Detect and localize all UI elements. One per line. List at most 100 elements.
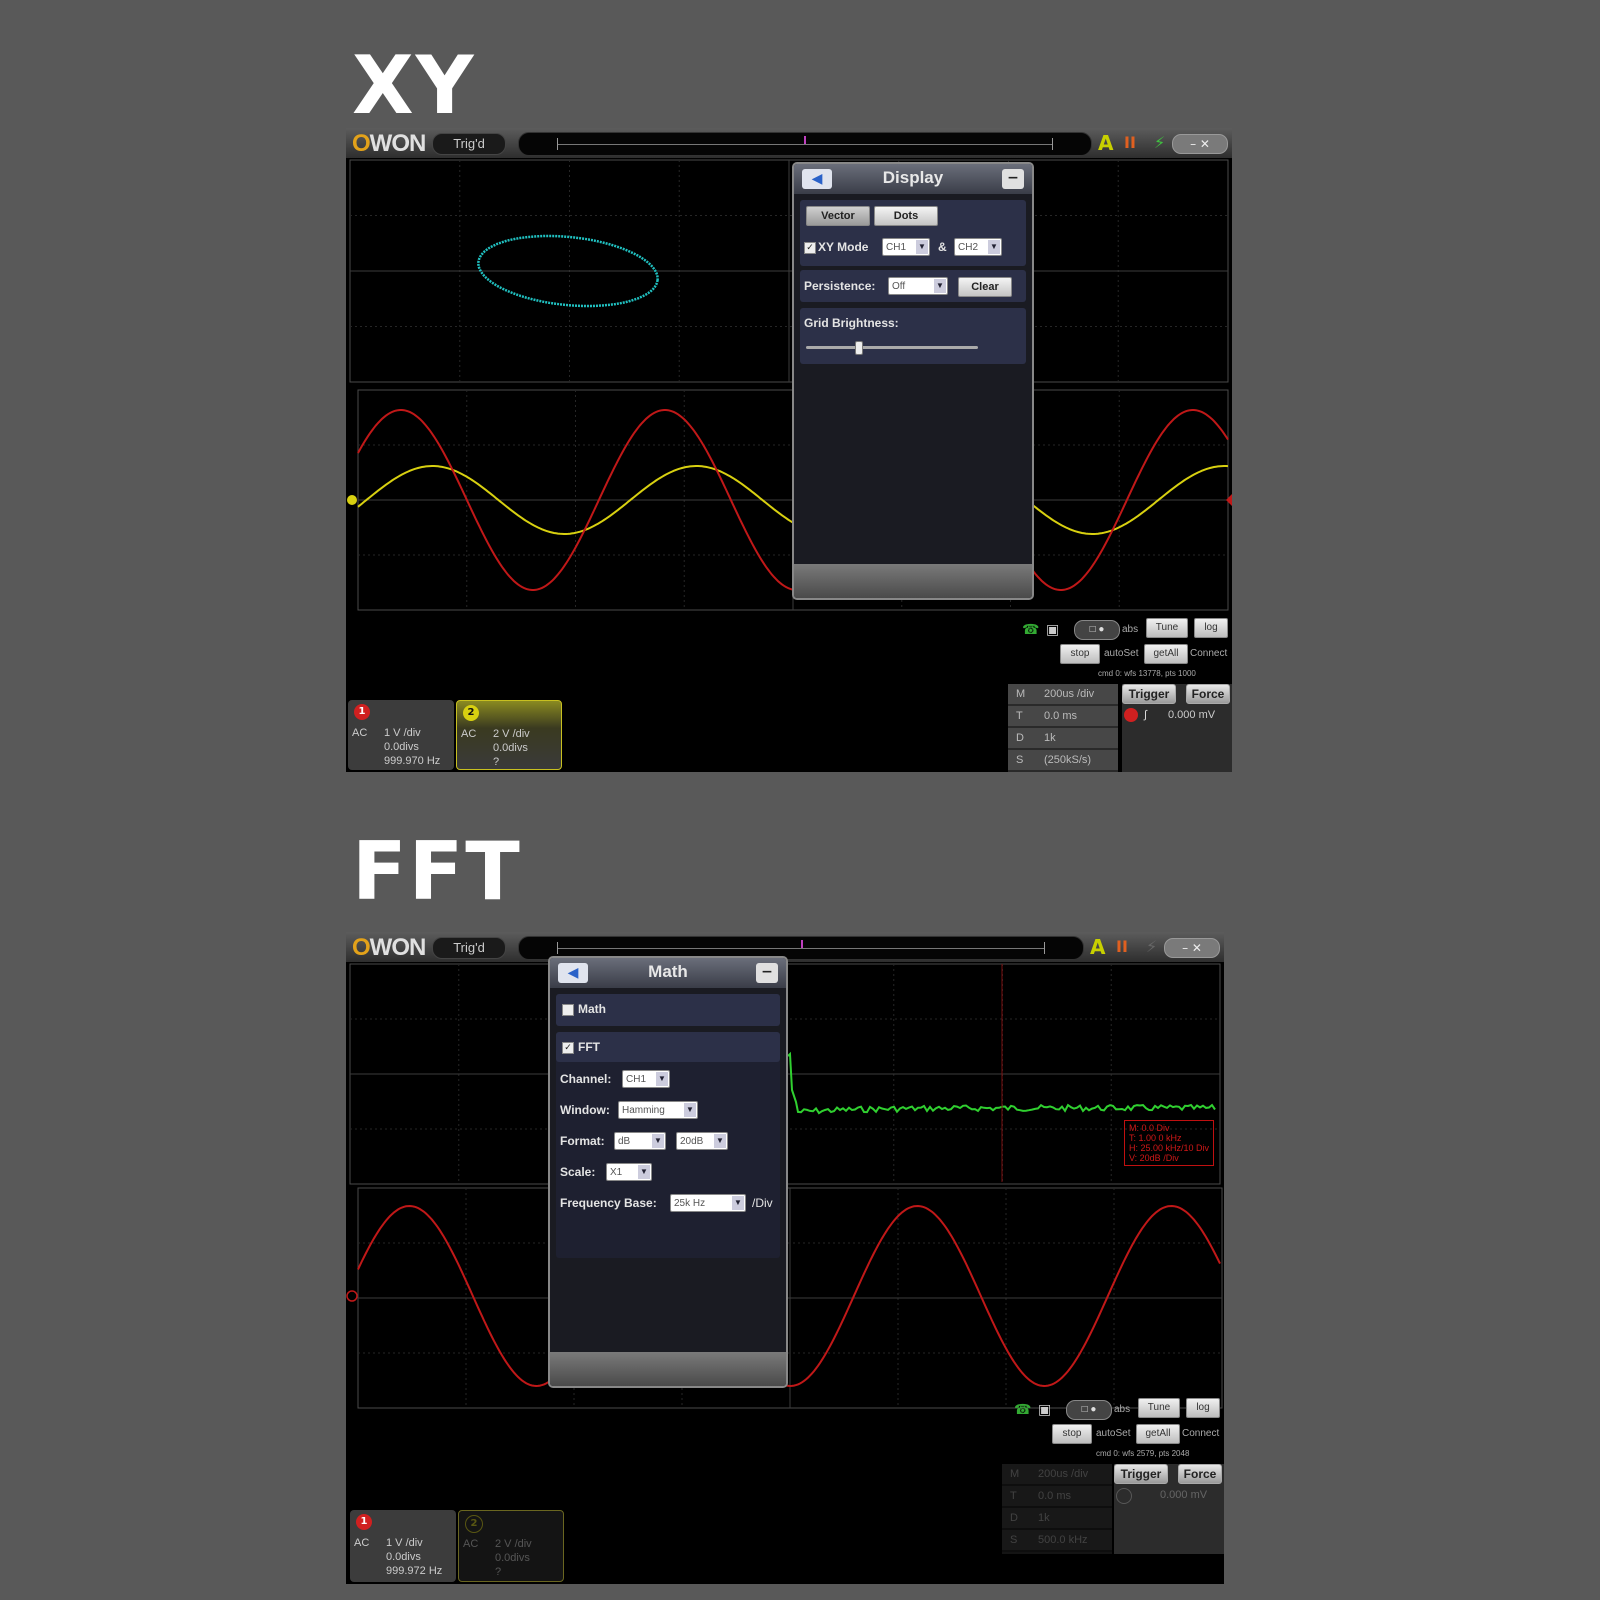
- ch2-info-box[interactable]: 2 AC 2 V /div 0.0divs ?: [458, 1510, 564, 1582]
- persistence-select[interactable]: Off ▼: [888, 277, 948, 295]
- timebase-box[interactable]: M 200us /div T 0.0 ms D 1k S 500.0 kHz: [1002, 1464, 1112, 1554]
- panel-title: Math: [648, 962, 688, 981]
- pause-icon[interactable]: II: [1116, 935, 1128, 959]
- autoset-label[interactable]: autoSet: [1096, 1428, 1130, 1439]
- fft-checkbox[interactable]: ✓: [562, 1042, 574, 1054]
- fft-readout: M: 0.0 Div T: 1.00 0 kHz H: 25.00 kHz/10…: [1124, 1120, 1215, 1166]
- timebase-row: M 200us /div: [1002, 1464, 1112, 1486]
- timebase-row: S (250kS/s): [1008, 750, 1118, 772]
- ch2-marker: 2: [463, 705, 479, 721]
- ch2-offset: 0.0divs: [493, 742, 528, 754]
- save-icon[interactable]: ▣: [1038, 1398, 1051, 1422]
- fft-label: FFT: [578, 1040, 600, 1054]
- trigger-position-marker[interactable]: [801, 940, 803, 948]
- ch1-coupling: AC: [352, 727, 368, 739]
- trigger-level: 0.000 mV: [1160, 1489, 1208, 1501]
- ch1-info-box[interactable]: 1 AC 1 V /div 0.0divs 999.970 Hz: [348, 700, 454, 770]
- xy-amp-label: &: [938, 240, 947, 254]
- fft-vertical-scale-select[interactable]: 20dB ▼: [676, 1132, 728, 1150]
- timebase-row: M 200us /div: [1008, 684, 1118, 706]
- bolt-icon[interactable]: ⚡: [1146, 935, 1157, 959]
- panel-title: Display: [882, 168, 944, 187]
- save-icon[interactable]: ▣: [1046, 618, 1059, 642]
- fft-section-title: FFT: [352, 825, 522, 918]
- minimize-icon[interactable]: −: [1002, 169, 1024, 189]
- timebase-row: D 1k: [1008, 728, 1118, 750]
- auto-icon[interactable]: A: [1098, 131, 1113, 155]
- auto-icon[interactable]: A: [1090, 935, 1105, 959]
- ch1-info-box[interactable]: 1 AC 1 V /div 0.0divs 999.972 Hz: [350, 1510, 456, 1582]
- toggle-switch[interactable]: □ ●: [1074, 620, 1120, 640]
- bolt-icon[interactable]: ⚡: [1154, 131, 1165, 155]
- vector-tab[interactable]: Vector: [806, 206, 870, 226]
- trigger-level-marker: [1226, 494, 1232, 506]
- fft-channel-select[interactable]: CH1 ▼: [622, 1070, 670, 1088]
- fft-scale-select[interactable]: X1 ▼: [606, 1163, 652, 1181]
- pause-icon[interactable]: II: [1124, 131, 1136, 155]
- frequency-base-label: Frequency Base:: [560, 1196, 657, 1210]
- grid-brightness-slider-handle[interactable]: [854, 341, 863, 355]
- owon-logo: OWON: [352, 934, 426, 961]
- log-button[interactable]: log: [1194, 618, 1228, 638]
- getall-button[interactable]: getAll: [1136, 1424, 1180, 1444]
- clear-button[interactable]: Clear: [958, 277, 1012, 297]
- fft-window-select[interactable]: Hamming ▼: [618, 1101, 698, 1119]
- math-checkbox[interactable]: [562, 1004, 574, 1016]
- ch2-info-box[interactable]: 2 AC 2 V /div 0.0divs ?: [456, 700, 562, 770]
- stop-button[interactable]: stop: [1060, 644, 1100, 664]
- tune-button[interactable]: Tune: [1146, 618, 1188, 638]
- trigger-button[interactable]: Trigger: [1122, 684, 1176, 704]
- trigger-level: 0.000 mV: [1168, 709, 1216, 721]
- xy-y-channel-select[interactable]: CH2 ▼: [954, 238, 1002, 256]
- phone-icon[interactable]: ☎: [1022, 618, 1039, 642]
- display-type-group: Vector Dots ✓ XY Mode CH1 ▼ & CH2 ▼: [800, 200, 1026, 266]
- trigger-status-badge: Trig'd: [432, 133, 506, 155]
- toggle-switch[interactable]: □ ●: [1066, 1400, 1112, 1420]
- xy-mode-checkbox[interactable]: ✓: [804, 242, 816, 254]
- chevron-down-icon: ▼: [732, 1196, 744, 1210]
- ch2-marker: 2: [465, 1515, 483, 1533]
- autoset-label[interactable]: autoSet: [1104, 648, 1138, 659]
- tune-button[interactable]: Tune: [1138, 1398, 1180, 1418]
- window-controls[interactable]: – ✕: [1172, 134, 1228, 154]
- ch1-frequency: 999.972 Hz: [386, 1565, 443, 1577]
- rising-edge-icon: ∫: [1144, 709, 1148, 721]
- trigger-button[interactable]: Trigger: [1114, 1464, 1168, 1484]
- force-button[interactable]: Force: [1178, 1464, 1222, 1484]
- frequency-base-select[interactable]: 25k Hz ▼: [670, 1194, 746, 1212]
- connect-label[interactable]: Connect: [1182, 1428, 1219, 1439]
- timebase-box[interactable]: M 200us /div T 0.0 ms D 1k S (250kS/s): [1008, 684, 1118, 772]
- ch1-ground-marker: [346, 1290, 358, 1302]
- ch1-frequency: 999.970 Hz: [384, 755, 441, 767]
- getall-button[interactable]: getAll: [1144, 644, 1188, 664]
- ch2-scale: 2 V /div: [493, 728, 530, 740]
- force-button[interactable]: Force: [1186, 684, 1230, 704]
- ch2-frequency: ?: [495, 1566, 502, 1578]
- ch1-marker: 1: [354, 704, 370, 720]
- dots-tab[interactable]: Dots: [874, 206, 938, 226]
- phone-icon[interactable]: ☎: [1014, 1398, 1031, 1422]
- connect-label[interactable]: Connect: [1190, 648, 1227, 659]
- log-button[interactable]: log: [1186, 1398, 1220, 1418]
- scale-label: Scale:: [560, 1165, 596, 1179]
- window-label: Window:: [560, 1103, 610, 1117]
- xy-scope-display[interactable]: [346, 158, 1232, 618]
- trigger-position-marker[interactable]: [804, 136, 806, 144]
- stop-button[interactable]: stop: [1052, 1424, 1092, 1444]
- trigger-source-icon: [1124, 708, 1138, 722]
- ch1-offset: 0.0divs: [384, 741, 419, 753]
- math-panel: ◀ Math − Math ✓ FFT Channel: CH1 ▼ Window…: [548, 956, 788, 1388]
- channel-label: Channel:: [560, 1072, 612, 1086]
- xy-x-channel-select[interactable]: CH1 ▼: [882, 238, 930, 256]
- grid-brightness-label: Grid Brightness:: [804, 316, 899, 330]
- ch1-offset: 0.0divs: [386, 1551, 421, 1563]
- minimize-icon[interactable]: −: [756, 963, 778, 983]
- panel-footer: [550, 1352, 786, 1386]
- window-controls[interactable]: – ✕: [1164, 938, 1220, 958]
- memory-timeline[interactable]: [518, 132, 1092, 156]
- chevron-down-icon: ▼: [916, 240, 928, 254]
- ch2-scale: 2 V /div: [495, 1538, 532, 1550]
- grid-brightness-slider[interactable]: [806, 346, 978, 349]
- fft-format-select[interactable]: dB ▼: [614, 1132, 666, 1150]
- ch1-scale: 1 V /div: [384, 727, 421, 739]
